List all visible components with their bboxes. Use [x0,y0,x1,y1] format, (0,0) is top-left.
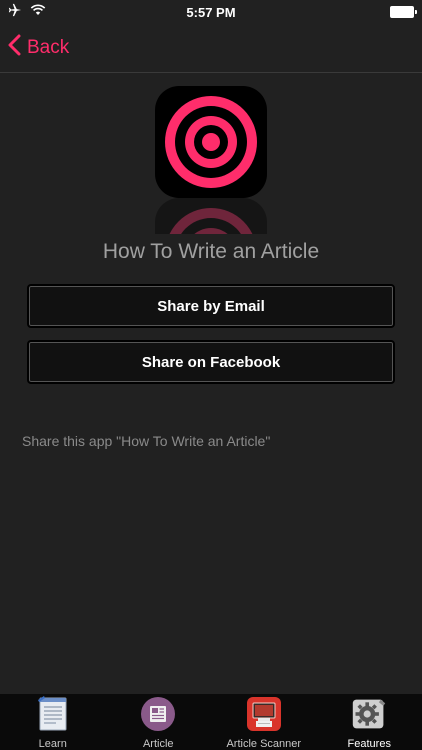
app-icon-reflection [155,198,267,234]
tab-article-scanner[interactable]: Article Scanner [211,694,317,750]
chevron-left-icon [8,34,21,62]
article-icon [140,696,176,732]
status-time: 5:57 PM [186,4,236,20]
tab-features-label: Features [347,738,391,750]
status-bar: 5:57 PM [0,0,422,24]
tab-bar: Learn Article Article Scanner Features [0,694,422,750]
airplane-icon [8,3,22,20]
tab-article[interactable]: Article [106,694,212,750]
tab-features[interactable]: Features [317,694,422,750]
share-facebook-button[interactable]: Share on Facebook [27,340,395,384]
target-icon [155,86,267,198]
tab-article-scanner-label: Article Scanner [226,738,302,750]
learn-doc-icon [35,696,71,732]
scanner-icon [246,696,282,732]
features-gear-icon [351,696,387,732]
app-title: How To Write an Article [102,240,320,263]
navigation-bar: Back [0,24,422,73]
screen: 5:57 PM Back How To Write an Article Sha… [0,0,422,750]
tab-article-label: Article [142,738,174,750]
battery-icon [390,6,417,18]
status-left [8,3,46,20]
wifi-icon [30,4,46,19]
share-app-text: Share this app "How To Write an Article" [22,433,271,449]
back-label: Back [27,37,70,58]
tab-learn[interactable]: Learn [0,694,106,750]
back-button[interactable]: Back [8,32,69,64]
tab-learn-label: Learn [38,738,67,750]
share-email-button[interactable]: Share by Email [27,284,395,328]
